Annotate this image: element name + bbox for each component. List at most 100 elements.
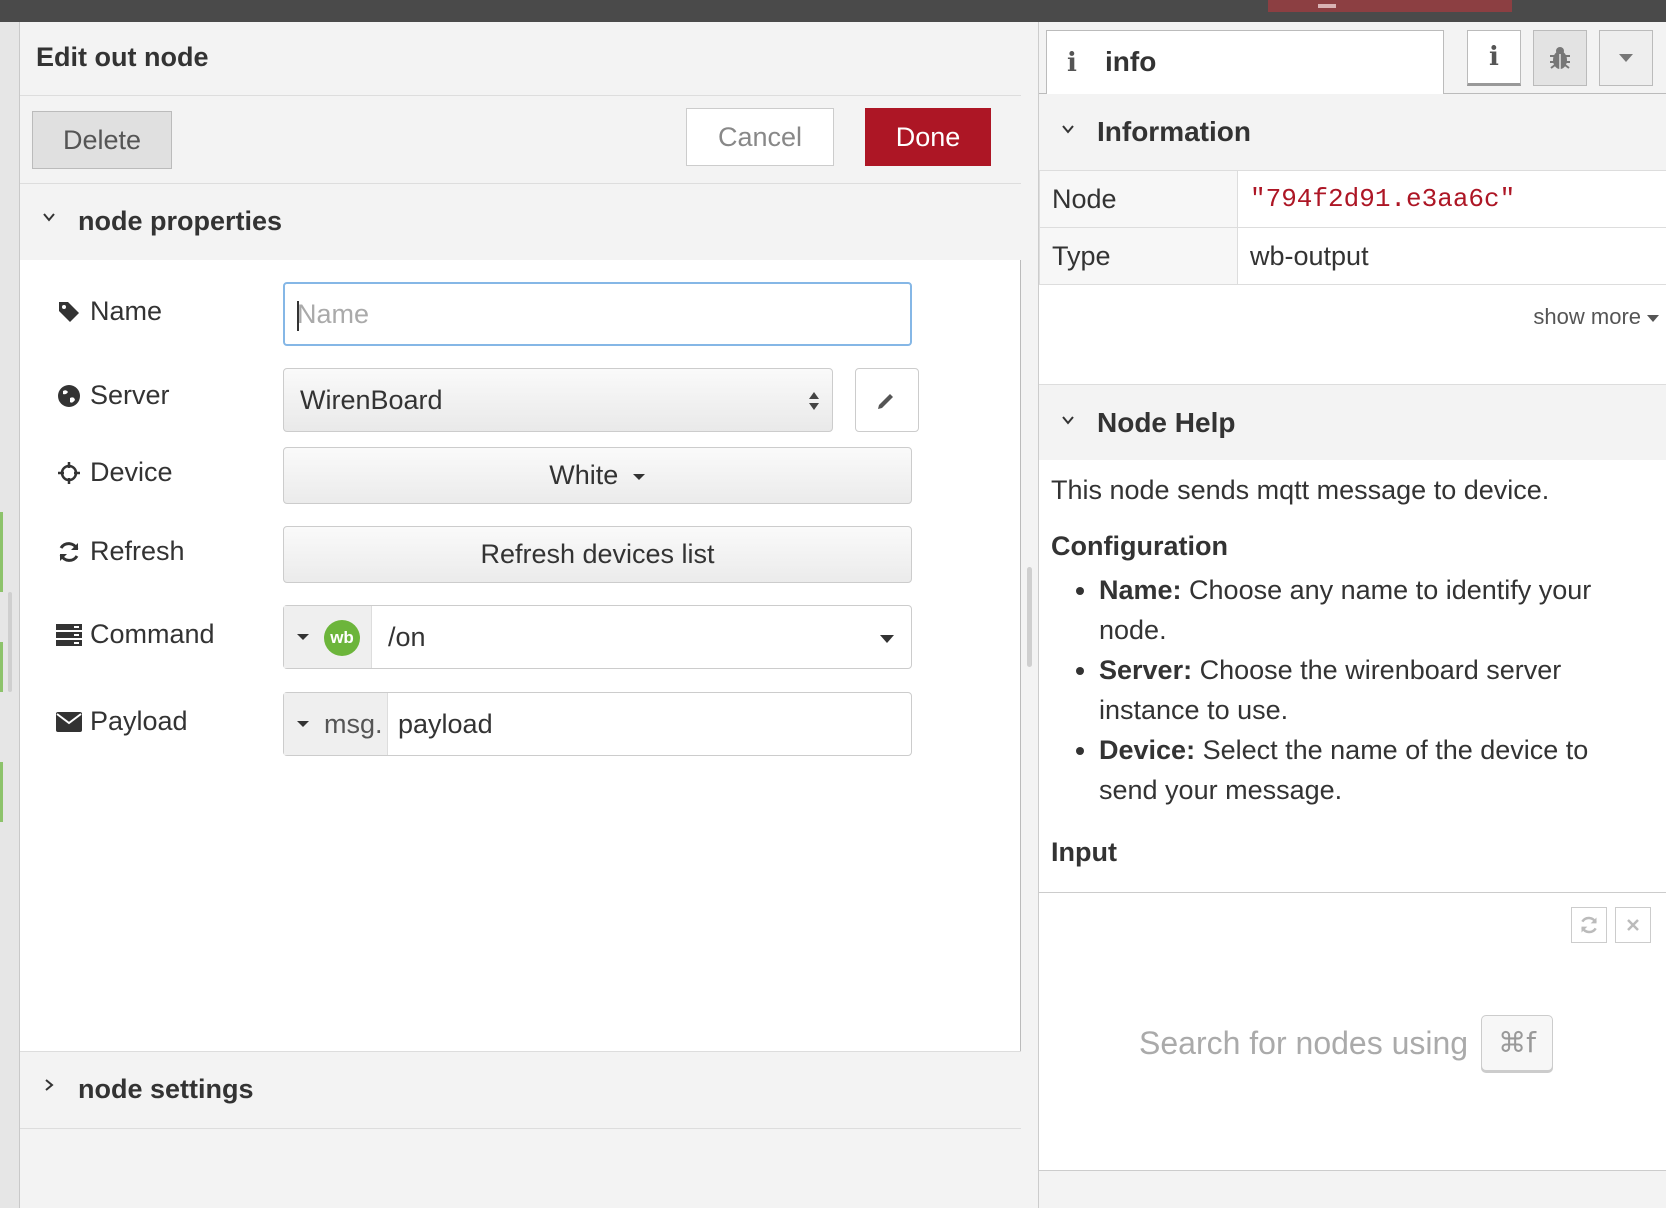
node-properties-header[interactable]: node properties [20,184,1021,260]
help-content: This node sends mqtt message to device. … [1051,460,1651,876]
close-button[interactable] [1615,907,1651,943]
refresh-devices-button[interactable]: Refresh devices list [283,526,912,583]
device-label-text: Device [90,457,173,487]
tray-footer [20,1129,1021,1208]
cancel-button[interactable]: Cancel [686,108,834,166]
command-label: Command [56,619,215,650]
sidebar-resizer[interactable] [1022,22,1038,1208]
command-value: /on [388,622,426,652]
done-button[interactable]: Done [865,108,991,166]
name-input[interactable]: Name [283,282,912,346]
name-row: Name Name [56,282,956,346]
node-port-marker [0,762,3,822]
table-row: Type wb-output [1039,227,1666,285]
info-icon: i [1067,48,1077,78]
list-item: Server: Choose the wirenboard server ins… [1099,650,1651,730]
refresh-button[interactable] [1571,907,1607,943]
payload-typed-input[interactable]: msg. payload [283,692,912,756]
command-type-selector[interactable]: wb [284,606,372,668]
command-typed-input[interactable]: wb /on [283,605,912,669]
section-label: node settings [78,1074,254,1104]
node-settings-header[interactable]: node settings [20,1051,1021,1129]
refresh-row: Refresh Refresh devices list [56,526,956,583]
shortcut-key: ⌘f [1481,1015,1553,1071]
name-placeholder: Name [297,299,370,329]
table-row: Node "794f2d91.e3aa6c" [1039,170,1666,228]
config-term: Device: [1099,735,1196,765]
top-header-bar [0,0,1666,22]
sidebar: i info i Information Node "794f2d91.e3aa… [1038,22,1666,1208]
pencil-icon [878,394,893,409]
section-label: node properties [78,206,283,236]
refresh-label: Refresh [56,536,185,567]
info-key: Node [1039,170,1238,228]
search-panel: Search for nodes using ⌘f [1039,892,1666,1192]
info-tab-button[interactable]: i [1467,30,1521,86]
server-row: Server WirenBoard [56,368,956,432]
device-label: Device [56,457,173,488]
payload-label-text: Payload [90,706,188,736]
input-heading: Input [1051,837,1117,867]
caret-down-icon [297,634,309,640]
server-value: WirenBoard [300,385,443,415]
wb-type-badge: wb [324,620,360,656]
workspace-edge [0,22,20,1208]
refresh-icon [1581,916,1597,934]
select-arrows-icon [809,392,819,410]
info-icon: i [1489,42,1499,72]
envelope-icon [56,709,82,735]
config-term: Name: [1099,575,1182,605]
node-port-marker [0,512,3,592]
show-more-label: show more [1533,304,1641,329]
server-select[interactable]: WirenBoard [283,368,833,432]
search-hint: Search for nodes using [1139,1025,1469,1061]
help-intro: This node sends mqtt message to device. [1051,475,1550,505]
list-item: Device: Select the name of the device to… [1099,730,1651,810]
payload-row: Payload msg. payload [56,692,956,756]
info-panel: Information Node "794f2d91.e3aa6c" Type … [1039,94,1666,894]
info-table: Node "794f2d91.e3aa6c" Type wb-output [1039,170,1666,285]
chevron-right-icon [45,1079,54,1091]
name-label-text: Name [90,296,163,326]
edit-tray: Edit out node Delete Cancel Done node pr… [20,22,1021,1208]
config-list: Name: Choose any name to identify your n… [1051,570,1651,810]
debug-tab-button[interactable] [1533,30,1587,86]
sidebar-menu-button[interactable] [1599,30,1653,86]
edit-server-button[interactable] [855,368,919,432]
tray-title: Edit out node [36,42,209,72]
delete-button[interactable]: Delete [32,111,172,169]
command-label-text: Command [90,619,215,649]
information-header[interactable]: Information [1039,94,1666,170]
chevron-down-icon [1062,125,1074,134]
sidebar-footer [1039,1170,1666,1208]
caret-down-icon [1647,314,1659,322]
command-dropdown-icon[interactable] [879,634,895,644]
tray-toolbar: Delete Cancel Done [20,96,1021,184]
tray-header: Edit out node [20,22,1021,96]
config-term: Server: [1099,655,1193,685]
server-label: Server [56,380,170,411]
name-label: Name [56,296,162,327]
resize-handle[interactable] [1027,567,1032,667]
tab-info[interactable]: i info [1046,30,1444,95]
node-help-header[interactable]: Node Help [1039,384,1666,460]
scroll-handle[interactable] [8,592,12,692]
deploy-button[interactable] [1268,0,1512,12]
node-id-value[interactable]: "794f2d91.e3aa6c" [1237,170,1666,228]
refresh-icon [56,539,82,565]
list-item: Name: Choose any name to identify your n… [1099,570,1651,650]
node-help-title: Node Help [1097,407,1236,438]
configuration-heading: Configuration [1051,531,1228,561]
show-more-link[interactable]: show more [1533,304,1659,330]
chevron-down-icon [1062,416,1074,425]
payload-label: Payload [56,706,188,737]
caret-down-icon [297,721,309,727]
device-dropdown[interactable]: White [283,447,912,504]
sidebar-tabbar: i info i [1039,22,1666,95]
payload-type-selector[interactable]: msg. [284,693,388,755]
payload-prefix: msg. [324,709,383,739]
chevron-down-icon [43,213,55,222]
node-port-marker [0,642,3,692]
caret-down-icon [632,473,645,480]
server-label-text: Server [90,380,170,410]
